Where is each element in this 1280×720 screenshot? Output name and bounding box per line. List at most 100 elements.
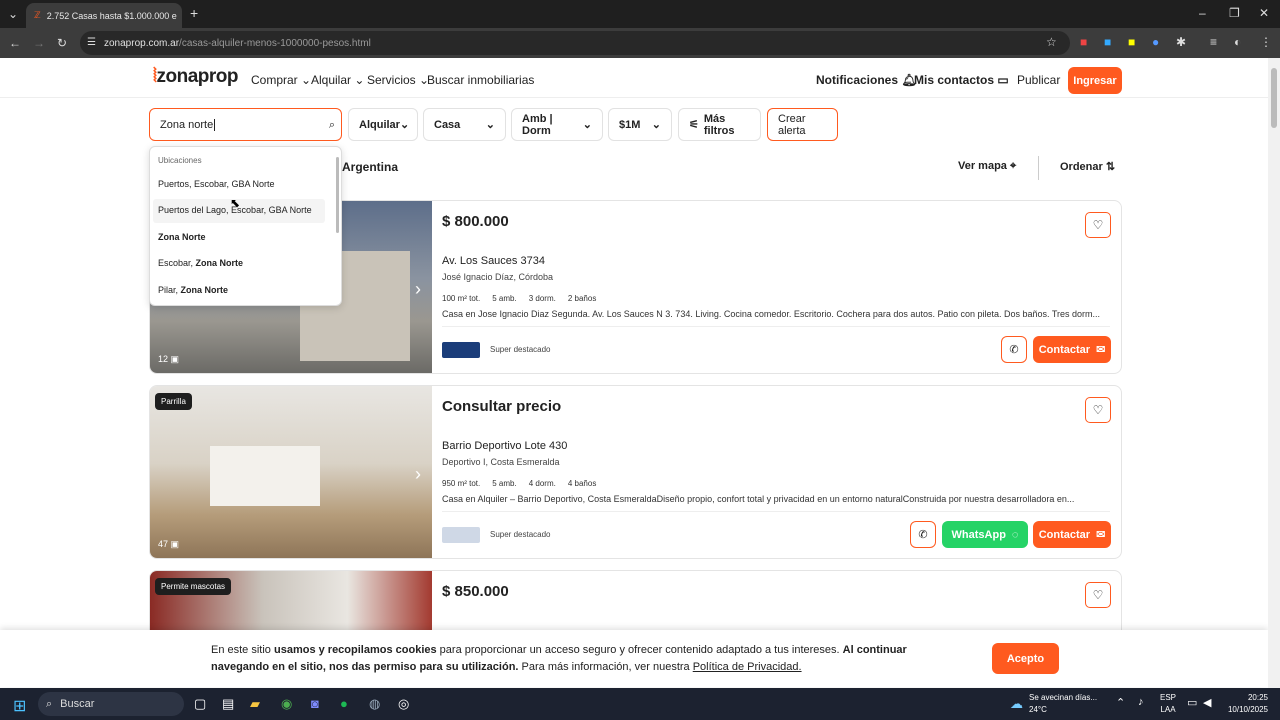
agency-logo[interactable]	[442, 527, 480, 543]
extension-icon[interactable]: ●	[1152, 36, 1159, 48]
mouse-cursor-icon: ⬉	[230, 196, 241, 210]
sort-icon: ⇅	[1105, 161, 1116, 173]
zonaprop-logo[interactable]: ⦚zonaprop	[153, 66, 238, 88]
spotify-icon[interactable]: ●	[340, 696, 348, 711]
listing-price: Consultar precio	[442, 398, 562, 415]
steam-icon[interactable]: ◍	[369, 696, 380, 712]
type-select[interactable]: Casa ⌄	[423, 108, 506, 141]
create-alert-button[interactable]: Crear alerta	[767, 108, 838, 141]
listing-address: Av. Los Sauces 3734	[442, 255, 545, 267]
chevron-up-icon[interactable]: ⌃	[1116, 696, 1125, 709]
listing-location: José Ignacio Díaz, Córdoba	[442, 272, 554, 282]
login-button[interactable]: Ingresar	[1068, 67, 1122, 94]
app-icon[interactable]: ▤	[222, 696, 234, 712]
next-photo-icon[interactable]: ›	[415, 464, 421, 485]
publish-link[interactable]: Publicar	[1017, 73, 1060, 87]
listing-price: $ 800.000	[442, 213, 509, 230]
suggestion-item[interactable]: Zona Norte	[158, 232, 206, 242]
volume-icon[interactable]: ◀	[1203, 696, 1211, 709]
task-view-icon[interactable]: ▢	[194, 696, 206, 712]
reload-icon[interactable]: ↻	[57, 37, 67, 49]
tab-list-icon[interactable]: ⌄	[8, 8, 18, 20]
windows-start-icon[interactable]: ⊞	[13, 696, 26, 716]
minimize-icon[interactable]: –	[1199, 7, 1206, 19]
notifications-link[interactable]: Notificaciones 🔔︎	[816, 73, 917, 87]
map-link[interactable]: Ver mapa ⌖	[958, 160, 1016, 173]
nav-servicios[interactable]: Servicios ⌄	[367, 73, 429, 87]
extension-icon[interactable]: ■	[1080, 36, 1087, 48]
chevron-down-icon: ⌄	[354, 73, 365, 87]
mic-icon[interactable]: ♪	[1138, 696, 1144, 708]
results-title: Argentina	[342, 160, 399, 174]
phone-button[interactable]: ✆	[1001, 336, 1027, 363]
network-icon[interactable]: ▭	[1187, 696, 1197, 709]
next-photo-icon[interactable]: ›	[415, 279, 421, 300]
listing-photo[interactable]: Parrilla › 47 ▣	[150, 386, 432, 558]
favorite-heart-icon[interactable]: ♡	[1085, 212, 1111, 238]
close-window-icon[interactable]: ✕	[1259, 7, 1269, 19]
extension-icon[interactable]: ■	[1104, 36, 1111, 48]
location-search-input[interactable]: Zona norte ⌕	[149, 108, 342, 141]
maximize-icon[interactable]: ❐	[1229, 7, 1240, 19]
camera-icon: ▣	[170, 354, 180, 364]
taskbar-search[interactable]: ⌕ Buscar	[38, 692, 184, 716]
listing-location: Deportivo I, Costa Esmeralda	[442, 457, 560, 467]
new-tab-icon[interactable]: +	[190, 6, 198, 20]
page-scrollbar[interactable]	[1268, 58, 1280, 688]
nav-comprar[interactable]: Comprar ⌄	[251, 73, 311, 87]
favicon-icon: ℤ	[34, 10, 41, 20]
nav-buscar-inmobiliarias[interactable]: Buscar inmobiliarias	[427, 73, 534, 87]
divider	[442, 511, 1110, 512]
url-path: /casas-alquiler-menos-1000000-pesos.html	[179, 37, 371, 49]
back-icon[interactable]: ←	[9, 37, 21, 49]
privacy-policy-link[interactable]: Política de Privacidad.	[693, 661, 802, 673]
language-indicator[interactable]: ESP LAA	[1160, 692, 1176, 716]
file-explorer-icon[interactable]: ▰	[250, 696, 260, 712]
more-filters-button[interactable]: ⚟ Más filtros	[678, 108, 761, 141]
whatsapp-button[interactable]: WhatsApp ◌	[942, 521, 1028, 548]
discord-icon[interactable]: ◙	[311, 696, 319, 711]
listing-card[interactable]: Parrilla › 47 ▣ Consultar precio ♡ Barri…	[149, 385, 1122, 559]
windows-taskbar: ⊞ ⌕ Buscar ▢ ▤ ▰ ◉ ◙ ● ◍ ◎ ☁ Se avecinan …	[0, 688, 1280, 720]
suggestion-item[interactable]: Pilar, Zona Norte	[158, 285, 228, 295]
location-suggestions-dropdown: Ubicaciones Puertos, Escobar, GBA Norte …	[149, 146, 342, 306]
chrome-icon[interactable]: ◉	[281, 696, 292, 712]
suggestion-item[interactable]: Puertos, Escobar, GBA Norte	[158, 179, 275, 189]
cookie-text: En este sitio usamos y recopilamos cooki…	[211, 644, 907, 673]
app-icon[interactable]: ◎	[398, 696, 409, 712]
favorite-heart-icon[interactable]: ♡	[1085, 397, 1111, 423]
dropdown-scrollbar[interactable]	[336, 157, 339, 233]
nav-alquilar[interactable]: Alquilar ⌄	[311, 73, 364, 87]
extension-icon[interactable]: ■	[1128, 36, 1135, 48]
browser-tab[interactable]: ℤ 2.752 Casas hasta $1.000.000 e ✕	[26, 3, 182, 28]
listing-price: $ 850.000	[442, 583, 509, 600]
url-bar[interactable]: ☰ zonaprop.com.ar/casas-alquiler-menos-1…	[80, 31, 1070, 55]
forward-icon[interactable]: →	[33, 37, 45, 49]
weather-widget[interactable]: Se avecinan días... 24°C	[1029, 692, 1097, 716]
clock[interactable]: 20:25 10/10/2025	[1224, 692, 1268, 716]
address-bar-area: ← → ↻ ☰ zonaprop.com.ar/casas-alquiler-m…	[0, 28, 1280, 58]
contacts-link[interactable]: Mis contactos ▭	[914, 73, 1009, 87]
agency-logo[interactable]	[442, 342, 480, 358]
contact-button[interactable]: Contactar ✉	[1033, 336, 1111, 363]
search-icon[interactable]: ⌕	[329, 119, 335, 132]
rooms-select[interactable]: Amb | Dorm ⌄	[511, 108, 603, 141]
accept-cookies-button[interactable]: Acepto	[992, 643, 1059, 674]
media-icon[interactable]: ≡	[1210, 36, 1217, 48]
bookmark-star-icon[interactable]: ☆	[1046, 36, 1057, 48]
price-select[interactable]: $1M ⌄	[608, 108, 672, 141]
search-icon: ⌕	[46, 697, 53, 710]
profile-icon[interactable]: ◐	[1234, 36, 1241, 48]
favorite-heart-icon[interactable]: ♡	[1085, 582, 1111, 608]
extensions-puzzle-icon[interactable]: ✱	[1176, 36, 1186, 48]
site-info-icon[interactable]: ☰	[87, 37, 96, 49]
order-button[interactable]: Ordenar ⇅	[1060, 160, 1115, 173]
suggestion-item[interactable]: Escobar, Zona Norte	[158, 258, 243, 268]
listing-description: Casa en Alquiler – Barrio Deportivo, Cos…	[442, 494, 1075, 504]
phone-button[interactable]: ✆	[910, 521, 936, 548]
scrollbar-thumb[interactable]	[1271, 68, 1277, 128]
super-destacado-label: Super destacado	[490, 345, 551, 354]
menu-icon[interactable]: ⋮	[1260, 36, 1272, 48]
contact-button[interactable]: Contactar ✉	[1033, 521, 1111, 548]
operation-select[interactable]: Alquilar ⌄	[348, 108, 418, 141]
